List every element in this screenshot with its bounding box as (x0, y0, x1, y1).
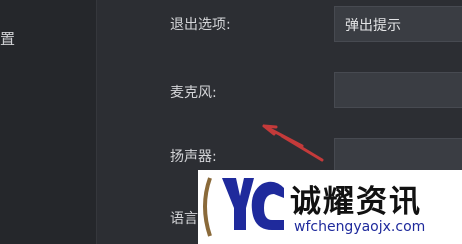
watermark: 诚耀资讯 wfchengyaojx.com (198, 170, 462, 244)
watermark-url: wfchengyaojx.com (294, 219, 426, 235)
exit-option-select[interactable]: 弹出提示 (334, 6, 462, 42)
exit-option-value: 弹出提示 (345, 18, 401, 34)
sidebar: 置 (0, 0, 97, 244)
speaker-select[interactable] (334, 138, 462, 174)
language-label: 语言 (170, 211, 198, 227)
microphone-select[interactable] (334, 72, 462, 108)
speaker-label: 扬声器: (170, 149, 217, 165)
watermark-bracket-icon (203, 177, 212, 237)
yc-logo-icon (222, 178, 284, 230)
sidebar-item-settings[interactable]: 置 (0, 28, 15, 49)
watermark-title: 诚耀资讯 (290, 184, 422, 220)
microphone-label: 麦克风: (170, 85, 217, 101)
pointer-arrow-icon (262, 124, 324, 162)
exit-option-label: 退出选项: (170, 17, 231, 33)
